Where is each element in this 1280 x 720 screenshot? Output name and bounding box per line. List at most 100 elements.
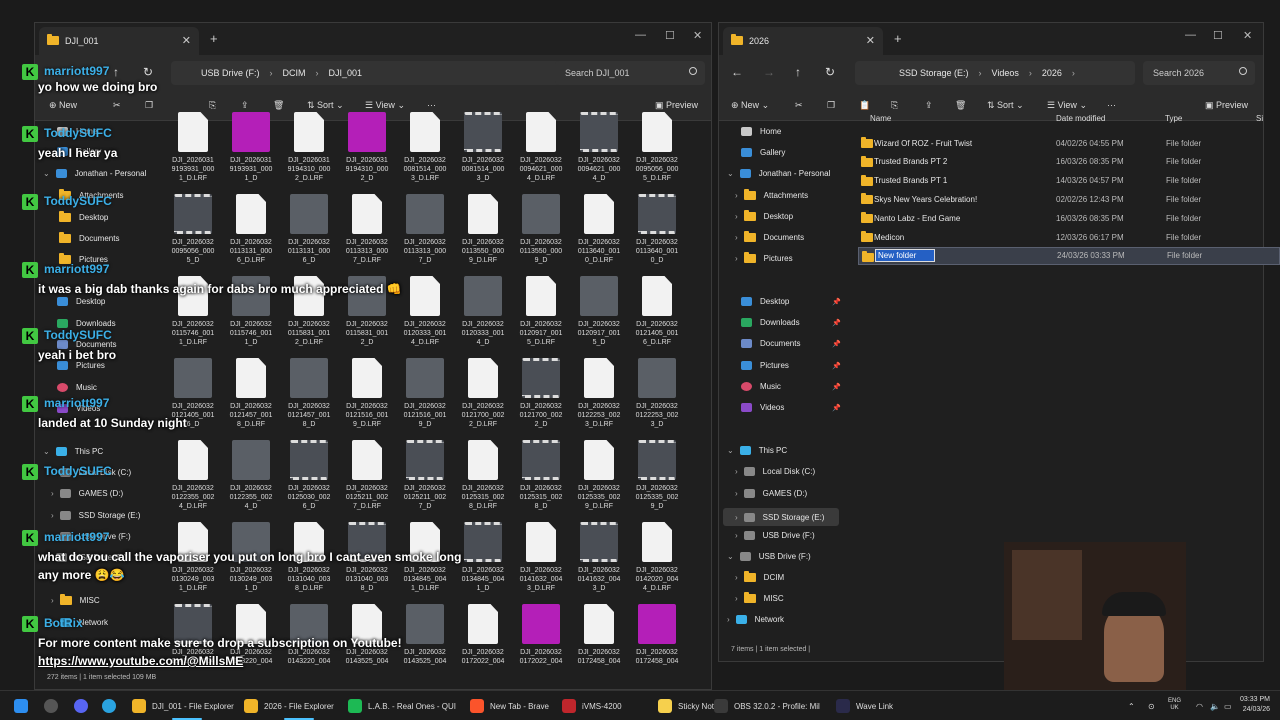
- file-tile[interactable]: DJI_2026031 9193931_000 1_D: [223, 112, 279, 183]
- breadcrumb-dji[interactable]: DJI_001: [329, 68, 363, 78]
- search-input[interactable]: Search DJI_001: [555, 61, 705, 85]
- breadcrumb-videos[interactable]: Videos: [992, 68, 1019, 78]
- sidebar-item-attachments[interactable]: › Attachments: [735, 189, 808, 200]
- breadcrumb-dcim[interactable]: DCIM: [283, 68, 306, 78]
- file-tile[interactable]: DJI_2026032 0172022_004: [455, 604, 511, 666]
- file-tile[interactable]: DJI_2026032 0122253_002 3_D.LRF: [571, 358, 627, 429]
- start-button[interactable]: [14, 697, 34, 715]
- share-icon[interactable]: ⇪: [925, 100, 933, 111]
- file-tile[interactable]: DJI_2026032 0121457_001 8_D: [281, 358, 337, 429]
- file-tile[interactable]: DJI_2026032 0113550_000 9_D: [513, 194, 569, 265]
- sidebar-item-misc[interactable]: › MISC: [735, 592, 784, 603]
- column-date[interactable]: Date modified: [1056, 114, 1105, 123]
- sidebar-item-local-disk[interactable]: › Local Disk (C:): [735, 467, 815, 476]
- file-tile[interactable]: DJI_2026032 0121516_001 9_D.LRF: [339, 358, 395, 429]
- preview-button[interactable]: ▣ Preview: [655, 100, 698, 111]
- tab-dji[interactable]: DJI_001 ✕: [39, 27, 199, 55]
- sidebar-item-onedrive[interactable]: ⌄ Jonathan - Personal: [727, 169, 830, 178]
- share-icon[interactable]: ⇪: [241, 100, 249, 111]
- sidebar-item-usb[interactable]: › USB Drive (F:): [735, 531, 815, 540]
- file-tile[interactable]: DJI_2026032 0120333_001 4_D.LRF: [397, 276, 453, 347]
- sort-button[interactable]: ⇅ Sort ⌄: [987, 100, 1024, 111]
- file-tile[interactable]: DJI_2026032 0122355_002 4_D: [223, 440, 279, 511]
- file-tile[interactable]: DJI_2026032 0125211_002 7_D: [397, 440, 453, 511]
- taskbar-app[interactable]: L.A.B. - Real Ones - QUI: [348, 697, 456, 715]
- taskbar-app[interactable]: 2026 - File Explorer: [244, 697, 334, 715]
- language-indicator[interactable]: ENG UK: [1168, 698, 1181, 716]
- sidebar-item-home[interactable]: Home: [741, 127, 781, 136]
- delete-icon[interactable]: 🗑: [273, 100, 284, 111]
- breadcrumb-2026[interactable]: 2026: [1042, 68, 1062, 78]
- sidebar-item-desktop[interactable]: › Desktop: [735, 210, 793, 221]
- breadcrumb[interactable]: SSD Storage (E:) › Videos › 2026 ›: [855, 61, 1135, 85]
- battery-icon[interactable]: ▭: [1224, 697, 1232, 715]
- close-window-icon[interactable]: ✕: [1243, 29, 1252, 42]
- close-tab-icon[interactable]: ✕: [866, 34, 875, 47]
- delete-icon[interactable]: 🗑: [955, 100, 966, 111]
- breadcrumb[interactable]: USB Drive (F:) › DCIM › DJI_001: [171, 61, 571, 85]
- file-tile[interactable]: DJI_2026032 0125030_002 6_D: [281, 440, 337, 511]
- sidebar-item-usb-expanded[interactable]: ⌄ USB Drive (F:): [727, 552, 811, 561]
- file-tile[interactable]: DJI_2026032 0122253_002 3_D: [629, 358, 685, 429]
- search-input[interactable]: Search 2026: [1143, 61, 1255, 85]
- sidebar-item-documents[interactable]: › Documents: [735, 231, 804, 242]
- file-tile[interactable]: DJI_2026032 0125315_002 8_D.LRF: [455, 440, 511, 511]
- file-tile[interactable]: DJI_2026031 9194310_000 2_D.LRF: [281, 112, 337, 183]
- pin-icon[interactable]: 📌: [832, 319, 841, 327]
- discord-taskbar-icon[interactable]: [74, 697, 94, 715]
- sidebar-item-documents[interactable]: Documents: [59, 232, 119, 243]
- file-tile[interactable]: DJI_2026032 0113313_000 7_D.LRF: [339, 194, 395, 265]
- taskbar-app[interactable]: Sticky Notes: [658, 697, 722, 715]
- sidebar-item-downloads[interactable]: Downloads 📌: [741, 318, 841, 327]
- file-tile[interactable]: DJI_2026032 0121405_001 6_D.LRF: [629, 276, 685, 347]
- file-tile[interactable]: DJI_2026032 0125335_002 9_D.LRF: [571, 440, 627, 511]
- sidebar-item-games[interactable]: › GAMES (D:): [735, 489, 807, 498]
- wifi-icon[interactable]: ◠: [1196, 697, 1203, 715]
- list-item[interactable]: Medicon 12/03/26 06:17 PM File folder: [858, 228, 1280, 246]
- tab-2026[interactable]: 2026 ✕: [723, 27, 883, 55]
- rename-input[interactable]: New folder: [875, 249, 935, 263]
- column-size[interactable]: Si: [1256, 114, 1263, 123]
- sidebar-item-pictures-pinned[interactable]: Pictures 📌: [741, 361, 841, 370]
- file-tile[interactable]: DJI_2026032 0172458_004: [571, 604, 627, 666]
- close-tab-icon[interactable]: ✕: [182, 34, 191, 47]
- up-arrow-icon[interactable]: ↑: [795, 65, 801, 79]
- pin-icon[interactable]: 📌: [832, 404, 841, 412]
- clock[interactable]: 03:33 PM 24/03/26: [1240, 695, 1270, 715]
- sidebar-item-misc[interactable]: › MISC: [51, 594, 100, 605]
- pin-icon[interactable]: 📌: [832, 298, 841, 306]
- file-tile[interactable]: DJI_2026032 0095056_000 5_D: [165, 194, 221, 265]
- list-item[interactable]: New folder 24/03/26 03:33 PM File folder: [858, 246, 1280, 265]
- view-button[interactable]: ☰ View ⌄: [1047, 100, 1087, 111]
- new-tab-button[interactable]: +: [210, 31, 218, 46]
- column-type[interactable]: Type: [1165, 114, 1182, 123]
- sidebar-item-music[interactable]: Music: [57, 383, 97, 392]
- new-button[interactable]: ⊕ New ⌄: [731, 100, 769, 111]
- up-arrow-icon[interactable]: ↑: [113, 65, 119, 79]
- copy-icon[interactable]: ❐: [145, 100, 153, 111]
- file-tile[interactable]: DJI_2026032 0081514_000 3_D.LRF: [397, 112, 453, 183]
- refresh-icon[interactable]: ↻: [825, 65, 835, 79]
- sidebar-item-onedrive[interactable]: ⌄ Jonathan - Personal: [43, 169, 146, 178]
- column-name[interactable]: Name: [870, 114, 891, 123]
- list-item[interactable]: Nanto Labz - End Game 16/03/26 08:35 PM Fi…: [858, 209, 1280, 227]
- file-tile[interactable]: DJI_2026032 0095056_000 5_D.LRF: [629, 112, 685, 183]
- file-tile[interactable]: DJI_2026032 0113313_000 7_D: [397, 194, 453, 265]
- file-tile[interactable]: DJI_2026032 0120333_001 4_D: [455, 276, 511, 347]
- more-button[interactable]: ···: [427, 100, 436, 110]
- sidebar-item-dcim[interactable]: › DCIM: [735, 571, 784, 582]
- file-tile[interactable]: DJI_2026032 0122355_002 4_D.LRF: [165, 440, 221, 511]
- sidebar-item-games[interactable]: › GAMES (D:): [51, 489, 123, 498]
- file-tile[interactable]: DJI_2026032 0121516_001 9_D: [397, 358, 453, 429]
- paste-icon[interactable]: 📋: [859, 100, 870, 111]
- file-tile[interactable]: DJI_2026032 0172458_004: [629, 604, 685, 666]
- maximize-icon[interactable]: ☐: [665, 29, 675, 42]
- sidebar-item-videos[interactable]: Videos 📌: [741, 403, 841, 412]
- sort-button[interactable]: ⇅ Sort ⌄: [307, 100, 344, 111]
- file-tile[interactable]: DJI_2026032 0081514_000 3_D: [455, 112, 511, 183]
- sidebar-item-downloads[interactable]: Downloads: [57, 319, 116, 328]
- forward-arrow-icon[interactable]: →: [763, 65, 775, 79]
- sidebar-item-desktop-pinned[interactable]: Desktop 📌: [741, 297, 841, 306]
- sidebar-item-documents-pinned[interactable]: Documents 📌: [741, 339, 841, 348]
- file-tile[interactable]: DJI_2026032 0113640_001 0_D.LRF: [571, 194, 627, 265]
